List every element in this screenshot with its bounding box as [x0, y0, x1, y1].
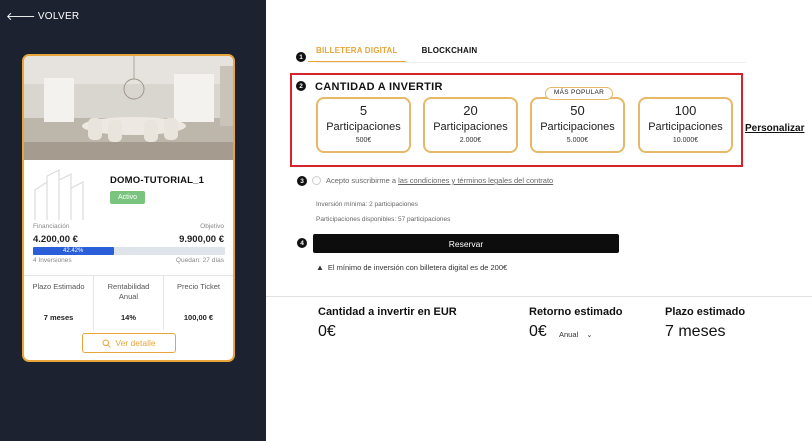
step-2-badge: 2: [296, 81, 306, 91]
search-icon: [102, 339, 112, 348]
stat-value: 7 meses: [43, 313, 74, 322]
amount-option-20[interactable]: 20 Participaciones 2.000€: [423, 97, 518, 153]
option-price: 500€: [355, 137, 372, 144]
estimated-return-value: 0€: [529, 323, 547, 340]
stat-return: Rentabilidad Anual 14%: [94, 276, 164, 330]
step-1-badge: 1: [296, 52, 306, 62]
investments-count: 4 Inversiones: [33, 257, 72, 264]
warning-icon: ▲: [316, 263, 324, 272]
tab-blockchain[interactable]: BLOCKCHAIN: [422, 46, 478, 62]
option-unit: Participaciones: [648, 121, 723, 133]
stat-value: 14%: [120, 313, 136, 322]
amount-option-50[interactable]: 50 Participaciones 5.000€: [530, 97, 625, 153]
option-price: 5.000€: [566, 137, 589, 144]
terms-prefix: Acepto suscribirme a: [326, 176, 397, 185]
back-link[interactable]: 🡐 VOLVER: [6, 9, 80, 24]
amount-option-100[interactable]: 100 Participaciones 10.000€: [638, 97, 733, 153]
amount-eur-label: Cantidad a invertir en EUR: [318, 306, 457, 318]
custom-amount-link[interactable]: Personalizar: [745, 123, 804, 134]
property-photo: [24, 56, 233, 160]
stat-term: Plazo Estimado 7 meses: [24, 276, 94, 330]
stat-label: Plazo Estimado: [32, 282, 85, 291]
most-popular-badge: MÁS POPULAR: [545, 87, 613, 100]
option-unit: Participaciones: [540, 121, 615, 133]
option-unit: Participaciones: [433, 121, 508, 133]
stat-ticket: Precio Ticket 100,00 €: [164, 276, 233, 330]
payment-tabs: BILLETERA DIGITAL BLOCKCHAIN: [308, 46, 478, 62]
objective-value: 9.900,00 €: [179, 234, 224, 245]
amount-eur-value: 0€: [318, 323, 336, 340]
estimated-term-value: 7 meses: [665, 323, 726, 340]
step-3-badge: 3: [297, 176, 307, 186]
terms-link[interactable]: las condiciones y términos legales del c…: [398, 176, 553, 185]
tabs-divider: [316, 62, 746, 63]
option-unit: Participaciones: [326, 121, 401, 133]
estimated-term-label: Plazo estimado: [665, 306, 746, 318]
view-detail-button[interactable]: Ver detalle: [82, 333, 176, 353]
property-logo: [34, 169, 84, 220]
available-shares-text: Participaciones disponibles: 57 particip…: [316, 216, 451, 223]
financing-progress-bar: 42.42%: [33, 247, 225, 255]
back-label: VOLVER: [37, 10, 80, 22]
option-number: 100: [674, 103, 697, 118]
amount-section-title: CANTIDAD A INVERTIR: [315, 81, 443, 93]
min-investment-text: Inversión mínima: 2 participaciones: [316, 201, 418, 208]
estimated-return-label: Retorno estimado: [529, 306, 623, 318]
option-number: 5: [359, 103, 368, 118]
step-4-badge: 4: [297, 238, 307, 248]
return-period-select[interactable]: Anual ⌄: [559, 330, 592, 339]
property-name: DOMO-TUTORIAL_1: [110, 175, 205, 186]
option-price: 10.000€: [672, 137, 699, 144]
option-number: 20: [463, 103, 478, 118]
tab-billetera-digital[interactable]: BILLETERA DIGITAL: [308, 46, 406, 62]
financing-label: Financiación: [33, 223, 70, 230]
chevron-down-icon: ⌄: [586, 330, 593, 339]
terms-text: Acepto suscribirme a las condiciones y t…: [326, 176, 553, 185]
reserve-button[interactable]: Reservar: [313, 234, 619, 253]
return-period-value: Anual: [559, 330, 579, 339]
status-badge: Activo: [110, 191, 146, 204]
property-card: DOMO-TUTORIAL_1 Activo Financiación Obje…: [22, 54, 235, 362]
stat-label: Precio Ticket: [177, 282, 220, 291]
objective-label: Objetivo: [200, 223, 224, 230]
financing-value: 4.200,00 €: [33, 234, 78, 245]
days-remaining: Quedan: 27 días: [175, 257, 224, 264]
stat-value: 100,00 €: [183, 313, 214, 322]
property-stats: Plazo Estimado 7 meses Rentabilidad Anua…: [24, 275, 233, 330]
terms-checkbox[interactable]: [312, 176, 321, 185]
view-detail-label: Ver detalle: [115, 338, 156, 348]
summary-divider: [266, 296, 812, 297]
sidebar-panel: 🡐 VOLVER DOMO-TUTORIAL_1 Activo Financia…: [0, 0, 266, 441]
amount-option-5[interactable]: 5 Participaciones 500€: [316, 97, 411, 153]
minimum-warning: ▲ El mínimo de inversión con billetera d…: [316, 263, 507, 272]
arrow-left-icon: 🡐: [6, 11, 36, 23]
progress-percent: 42.42%: [63, 247, 84, 254]
option-number: 50: [570, 103, 585, 118]
progress-fill: 42.42%: [33, 247, 115, 255]
stat-label: Rentabilidad Anual: [107, 282, 150, 301]
warning-text: El mínimo de inversión con billetera dig…: [327, 263, 508, 272]
option-price: 2.000€: [459, 137, 482, 144]
